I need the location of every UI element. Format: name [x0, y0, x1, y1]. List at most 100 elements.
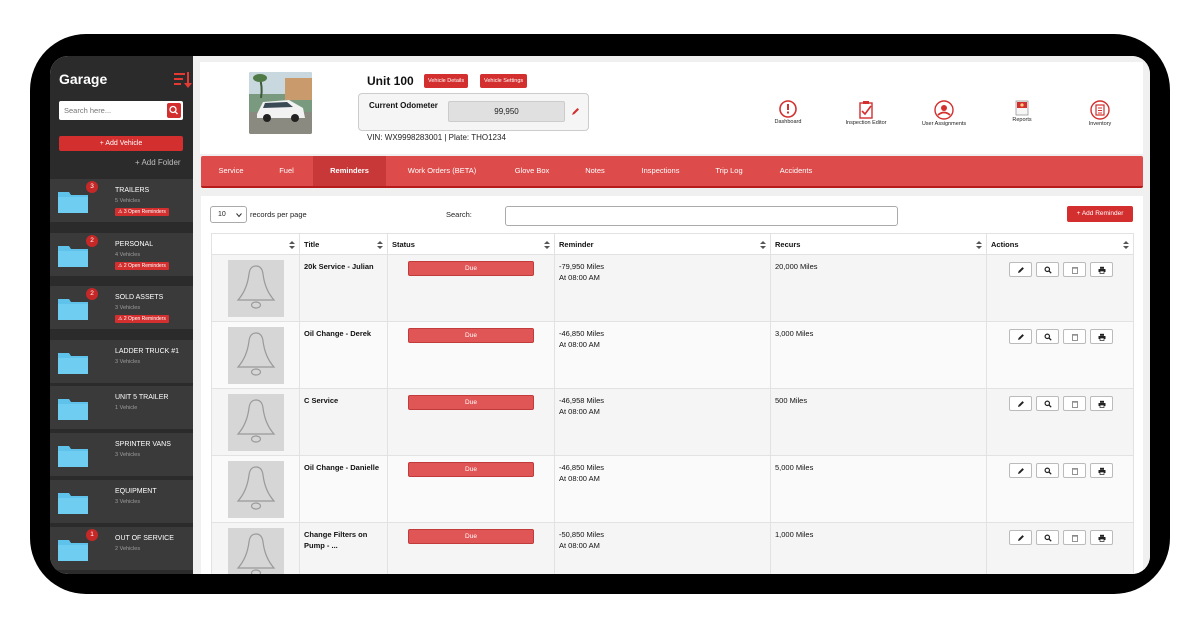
bell-icon	[236, 265, 275, 309]
nav-inventory[interactable]: Inventory	[1070, 100, 1130, 127]
reminder-title[interactable]: Oil Change - Derek	[304, 328, 383, 339]
folder-name: UNIT 5 TRAILER	[115, 394, 169, 401]
tab-work-orders[interactable]: Work Orders (BETA)	[392, 156, 492, 186]
column-header-actions[interactable]: Actions	[986, 233, 1134, 255]
column-header-recurs[interactable]: Recurs	[770, 233, 987, 255]
edit-button[interactable]	[1009, 396, 1032, 411]
view-button[interactable]	[1036, 396, 1059, 411]
vehicle-settings-button[interactable]: Vehicle Settings	[480, 74, 528, 88]
table-row: 20k Service - Julian Due -79,950 Miles At 0…	[211, 254, 1134, 322]
reminder-time: At 08:00 AM	[559, 273, 600, 282]
edit-icon	[1018, 267, 1024, 273]
tab-trip-log[interactable]: Trip Log	[701, 156, 757, 186]
trash-icon	[1072, 535, 1078, 542]
vin-plate: VIN: WX9998283001 | Plate: THO1234	[367, 133, 506, 142]
folder-item[interactable]: UNIT 5 TRAILER 1 Vehicle	[50, 386, 193, 431]
sort-menu-icon[interactable]	[174, 71, 192, 89]
folder-vehicle-count: 3 Vehicles	[115, 499, 141, 505]
tab-inspections[interactable]: Inspections	[628, 156, 693, 186]
column-header-reminder[interactable]: Reminder	[554, 233, 771, 255]
folder-item[interactable]: 2 SOLD ASSETS 3 Vehicles ⚠ 2 Open Reminders	[50, 286, 193, 331]
column-header-title-label: Title	[304, 239, 320, 249]
folder-item[interactable]: 3 TRAILERS 5 Vehicles ⚠ 3 Open Reminders	[50, 179, 193, 224]
print-button[interactable]	[1090, 463, 1113, 478]
view-button[interactable]	[1036, 329, 1059, 344]
delete-button[interactable]	[1063, 463, 1086, 478]
delete-button[interactable]	[1063, 530, 1086, 545]
edit-button[interactable]	[1009, 463, 1032, 478]
tab-fuel[interactable]: Fuel	[258, 156, 315, 186]
view-button[interactable]	[1036, 530, 1059, 545]
nav-inspection-editor[interactable]: Inspection Editor	[836, 100, 896, 126]
nav-user-assignments[interactable]: User Assignments	[914, 100, 974, 127]
odometer-value[interactable]: 99,950	[448, 101, 565, 122]
garage-search-input[interactable]	[59, 101, 165, 120]
reminder-title[interactable]: 20k Service - Julian	[304, 261, 383, 272]
folder-icon	[58, 399, 88, 420]
print-icon	[1098, 467, 1106, 475]
vehicle-details-button[interactable]: Vehicle Details	[424, 74, 469, 88]
folder-name: LADDER TRUCK #1	[115, 348, 180, 355]
column-header-image[interactable]	[211, 233, 300, 255]
reminder-image-cell	[211, 321, 300, 389]
reminder-title[interactable]: Change Filters on Pump - ...	[304, 529, 383, 551]
reminder-title[interactable]: C Service	[304, 395, 383, 406]
tab-service[interactable]: Service	[204, 156, 258, 186]
tab-accidents[interactable]: Accidents	[766, 156, 826, 186]
print-button[interactable]	[1090, 329, 1113, 344]
print-icon	[1098, 333, 1106, 341]
recurs-cell: 1,000 Miles	[770, 522, 987, 574]
folder-name: SPRINTER VANS	[115, 441, 171, 448]
edit-button[interactable]	[1009, 530, 1032, 545]
search-button[interactable]	[167, 103, 181, 118]
folder-item[interactable]: LADDER TRUCK #1 3 Vehicles	[50, 340, 193, 385]
records-per-page-label: records per page	[250, 210, 307, 219]
tab-notes[interactable]: Notes	[571, 156, 619, 186]
add-vehicle-button[interactable]: + Add Vehicle	[59, 136, 183, 151]
edit-button[interactable]	[1009, 262, 1032, 277]
tab-reminders[interactable]: Reminders	[313, 156, 386, 186]
delete-button[interactable]	[1063, 262, 1086, 277]
status-badge: Due	[408, 261, 534, 276]
status-badge: Due	[408, 462, 534, 477]
nav-dashboard[interactable]: Dashboard	[758, 100, 818, 125]
tab-glove-box[interactable]: Glove Box	[501, 156, 563, 186]
view-button[interactable]	[1036, 262, 1059, 277]
view-icon	[1044, 400, 1052, 408]
chevron-down-icon	[236, 213, 242, 218]
vehicle-photo	[249, 72, 312, 134]
sort-icon	[1123, 241, 1129, 249]
edit-pencil-icon[interactable]	[571, 107, 580, 116]
column-header-title[interactable]: Title	[299, 233, 388, 255]
reminder-thumbnail	[227, 461, 284, 518]
print-icon	[1098, 400, 1106, 408]
print-button[interactable]	[1090, 530, 1113, 545]
reminder-detail-cell: -46,958 Miles At 08:00 AM	[554, 388, 771, 456]
folder-item[interactable]: EQUIPMENT 3 Vehicles	[50, 480, 193, 525]
bell-icon	[236, 533, 275, 574]
print-button[interactable]	[1090, 396, 1113, 411]
folder-item[interactable]: SPRINTER VANS 3 Vehicles	[50, 433, 193, 478]
reminder-title[interactable]: Oil Change - Danielle	[304, 462, 383, 473]
reminder-status-cell: Due	[387, 455, 555, 523]
delete-button[interactable]	[1063, 396, 1086, 411]
folder-item[interactable]: 1 OUT OF SERVICE 2 Vehicles	[50, 527, 193, 572]
table-search-input[interactable]	[505, 206, 898, 226]
delete-button[interactable]	[1063, 329, 1086, 344]
column-header-status[interactable]: Status	[387, 233, 555, 255]
folder-name: PERSONAL	[115, 241, 154, 248]
reminder-time: At 08:00 AM	[559, 407, 600, 416]
add-reminder-button[interactable]: + Add Reminder	[1067, 206, 1133, 222]
folder-item[interactable]: 2 PERSONAL 4 Vehicles ⚠ 2 Open Reminders	[50, 233, 193, 278]
add-folder-link[interactable]: + Add Folder	[135, 158, 181, 167]
folder-icon	[58, 446, 88, 467]
print-button[interactable]	[1090, 262, 1113, 277]
status-badge: Due	[408, 395, 534, 410]
folder-icon	[58, 493, 88, 514]
nav-reports[interactable]: Reports	[992, 100, 1052, 123]
view-button[interactable]	[1036, 463, 1059, 478]
edit-button[interactable]	[1009, 329, 1032, 344]
records-per-page-select[interactable]: 10	[210, 206, 247, 223]
unit-title: Unit 100	[367, 74, 414, 88]
table-search-label: Search:	[446, 210, 472, 219]
